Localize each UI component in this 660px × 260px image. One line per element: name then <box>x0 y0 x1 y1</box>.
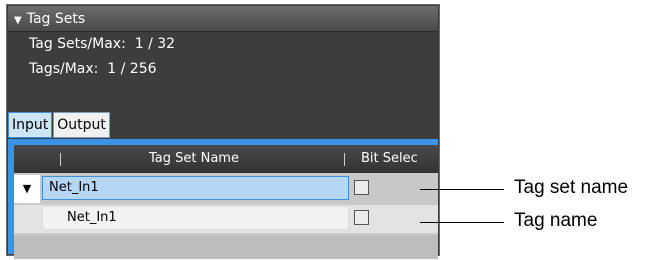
tag-name-cell[interactable]: Net_In1 <box>42 206 349 230</box>
section-title: Tag Sets <box>26 11 86 27</box>
bit-selection-checkbox[interactable] <box>354 180 369 195</box>
grid-body: Tag Set Name Bit Selec ▼ Net_In1 Net_In1 <box>14 145 438 259</box>
table-row[interactable]: ▼ Net_In1 <box>14 175 438 203</box>
column-separator[interactable] <box>60 153 61 166</box>
tags-count: Tags/Max: 1 / 256 <box>29 61 157 77</box>
tab-output[interactable]: Output <box>53 112 110 138</box>
column-header-tag-set-name[interactable]: Tag Set Name <box>149 145 239 173</box>
tag-set-name-cell[interactable]: Net_In1 <box>42 176 349 200</box>
tag-sets-panel: ▼ Tag Sets Tag Sets/Max: 1 / 32 Tags/Max:… <box>6 4 440 259</box>
tag-sets-section-header[interactable]: ▼ Tag Sets <box>8 6 438 32</box>
column-separator[interactable] <box>344 153 345 166</box>
empty-row <box>14 235 438 259</box>
callout-line-tag-set-name <box>420 189 504 190</box>
callout-tag-name: Tag name <box>514 210 598 231</box>
callout-tag-set-name: Tag set name <box>514 177 629 198</box>
grid-column-header: Tag Set Name Bit Selec <box>14 145 438 173</box>
callout-line-tag-name <box>420 222 504 223</box>
tag-sets-count: Tag Sets/Max: 1 / 32 <box>29 36 176 52</box>
expand-triangle-icon[interactable]: ▼ <box>14 175 40 203</box>
table-row[interactable]: Net_In1 <box>14 205 438 233</box>
tab-input[interactable]: Input <box>8 112 53 138</box>
direction-tabs: Input Output <box>8 112 110 138</box>
bit-selection-checkbox[interactable] <box>354 210 369 225</box>
tag-set-grid: Tag Set Name Bit Selec ▼ Net_In1 Net_In1 <box>8 139 438 259</box>
column-header-bit-selection[interactable]: Bit Selec <box>361 145 418 173</box>
collapse-triangle-icon[interactable]: ▼ <box>14 15 22 26</box>
